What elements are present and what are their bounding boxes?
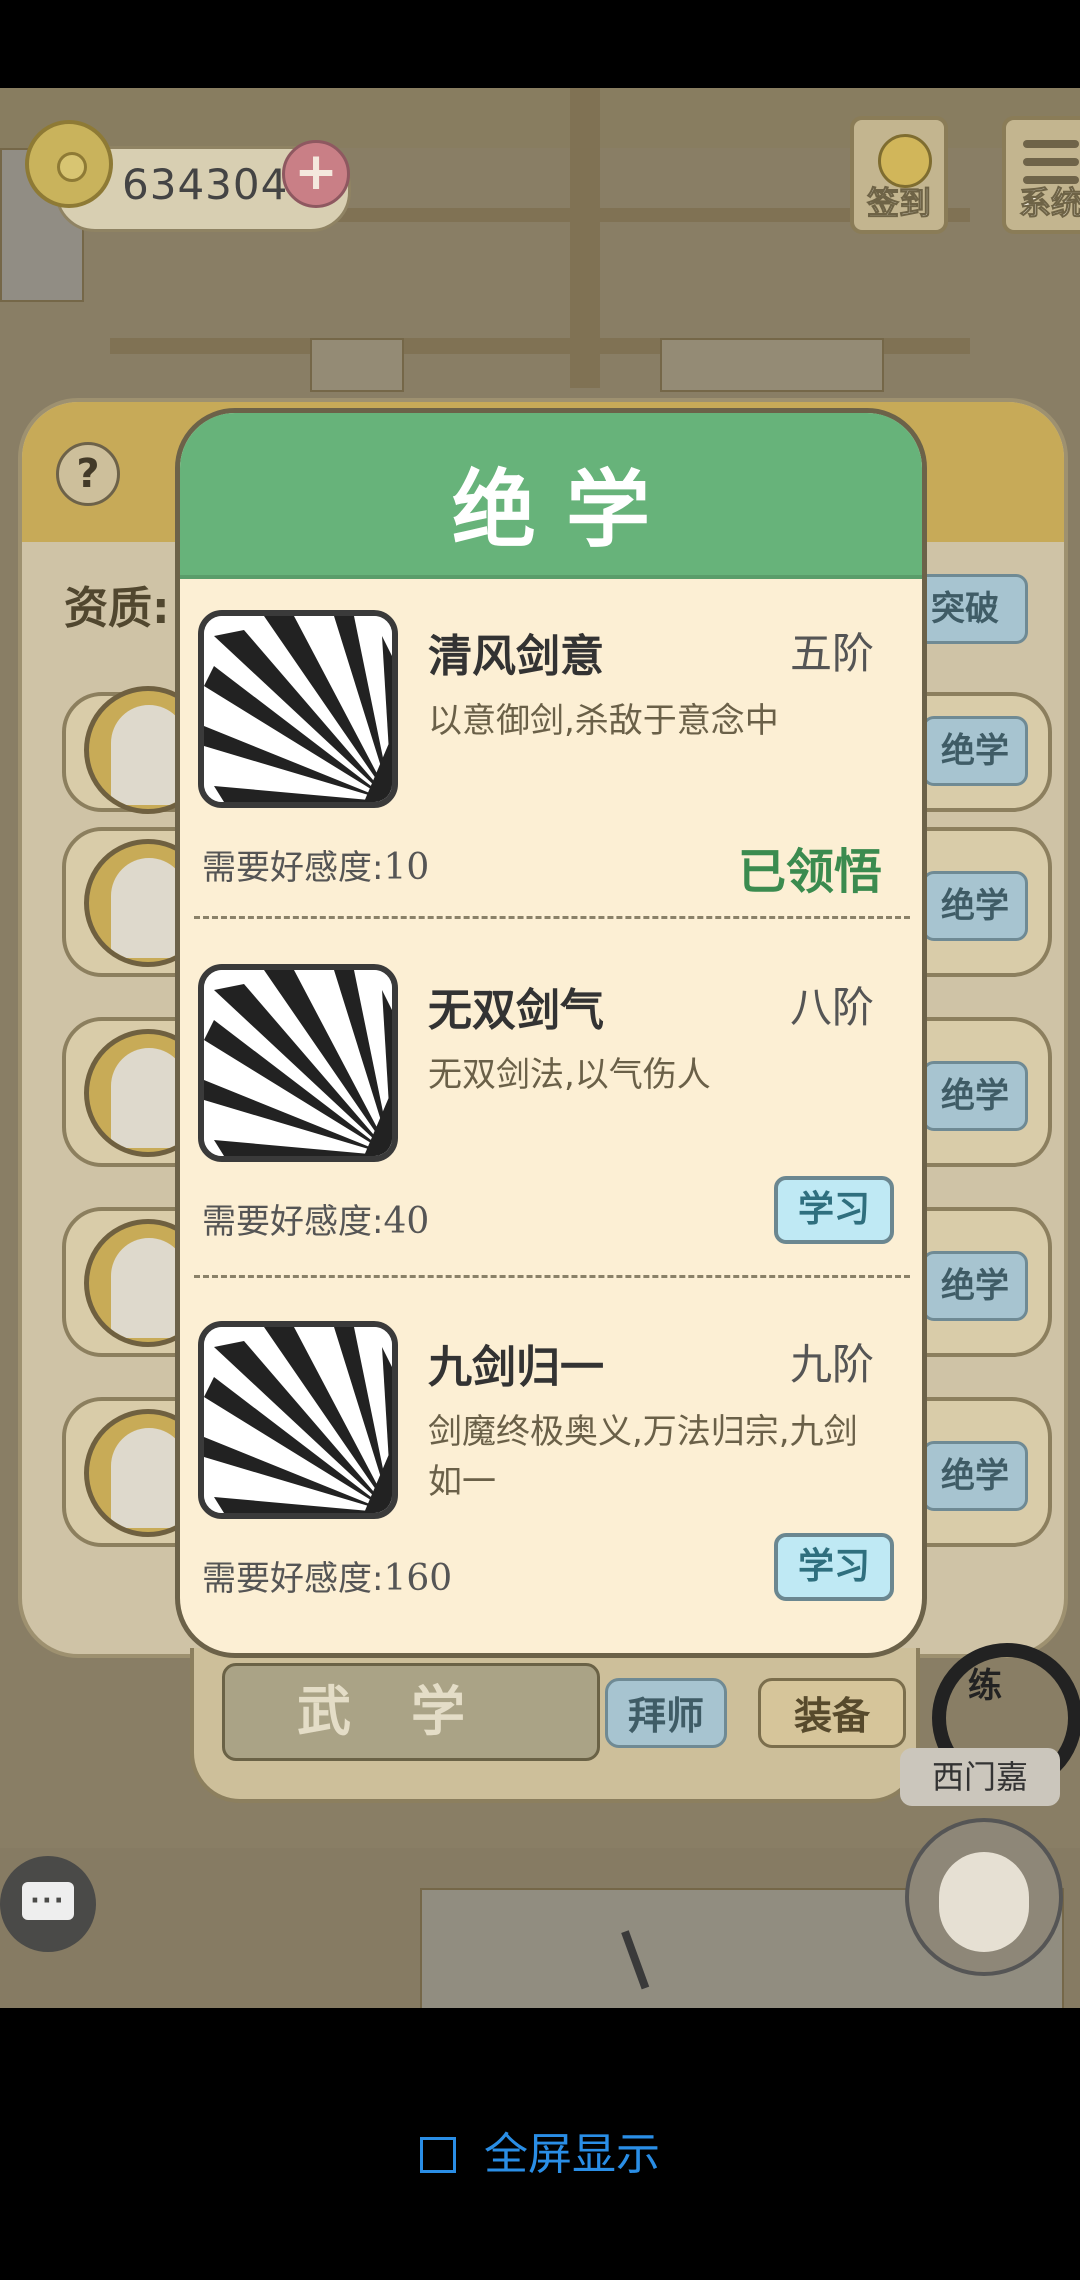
expand-icon — [420, 2137, 456, 2173]
tab-apprentice[interactable]: 拜师 — [605, 1678, 727, 1748]
requirement-value: 10 — [383, 847, 430, 888]
skill-rank: 八阶 — [789, 983, 874, 1032]
skill-rank: 五阶 — [789, 629, 874, 678]
skill-description: 剑魔终极奥义,万法归宗,九剑如一 — [428, 1412, 858, 1502]
row-skill-button[interactable]: 绝学 — [922, 1441, 1028, 1511]
sword-slash-icon — [198, 964, 398, 1162]
skill-requirement: 需要好感度:160 — [202, 1551, 452, 1600]
fullscreen-label: 全屏显示 — [484, 2129, 660, 2180]
sword-slash-icon — [198, 610, 398, 808]
menu-icon — [1006, 120, 1080, 184]
checkin-label: 签到 — [866, 184, 931, 223]
coin-icon — [25, 120, 113, 208]
learned-status: 已领悟 — [737, 844, 882, 900]
chat-bubble-icon: ··· — [30, 1886, 66, 1916]
skill-name: 无双剑气 — [428, 985, 604, 1036]
system-button[interactable]: 系统 — [1002, 116, 1080, 234]
modal-header: 绝学 — [180, 413, 922, 579]
requirement-label: 需要好感度: — [202, 848, 384, 888]
learn-button[interactable]: 学习 — [774, 1176, 894, 1244]
tab-equip[interactable]: 装备 — [758, 1678, 906, 1748]
requirement-label: 需要好感度: — [202, 1559, 384, 1599]
divider — [194, 916, 910, 919]
skill-requirement: 需要好感度:10 — [202, 840, 429, 889]
skill-item: 清风剑意 五阶 以意御剑,杀敌于意念中 需要好感度:10 已领悟 — [180, 610, 922, 966]
skill-item: 九剑归一 九阶 剑魔终极奥义,万法归宗,九剑如一 需要好感度:160 学习 — [180, 1321, 922, 1653]
skill-description: 以意御剑,杀敌于意念中 — [428, 701, 779, 741]
chat-button[interactable]: ··· — [0, 1856, 96, 1952]
learn-button[interactable]: 学习 — [774, 1533, 894, 1601]
row-skill-button[interactable]: 绝学 — [922, 1251, 1028, 1321]
row-skill-button[interactable]: 绝学 — [922, 1061, 1028, 1131]
sword-slash-icon — [198, 1321, 398, 1519]
requirement-label: 需要好感度: — [202, 1202, 384, 1242]
system-label: 系统 — [1018, 184, 1080, 223]
help-button[interactable]: ? — [56, 442, 120, 506]
skill-requirement: 需要好感度:40 — [202, 1194, 429, 1243]
requirement-value: 160 — [383, 1558, 453, 1599]
add-coins-button[interactable]: + — [282, 140, 350, 208]
modal-title: 绝学 — [451, 461, 680, 559]
fullscreen-button[interactable]: 全屏显示 — [0, 2118, 1080, 2182]
tab-martial-arts[interactable]: 武学 — [222, 1663, 600, 1761]
aptitude-label: 资质: — [64, 583, 170, 634]
row-skill-button[interactable]: 绝学 — [922, 716, 1028, 786]
skill-rank: 九阶 — [789, 1340, 874, 1389]
checkin-button[interactable]: 签到 — [850, 116, 948, 234]
practice-label[interactable]: 练 — [968, 1658, 1002, 1707]
npc-name: 西门嘉 — [900, 1748, 1060, 1806]
row-skill-button[interactable]: 绝学 — [922, 871, 1028, 941]
skill-item: 无双剑气 八阶 无双剑法,以气伤人 需要好感度:40 学习 — [180, 964, 922, 1320]
requirement-value: 40 — [383, 1201, 430, 1242]
skill-name: 九剑归一 — [428, 1342, 604, 1393]
skill-name: 清风剑意 — [428, 631, 604, 682]
npc-avatar[interactable] — [905, 1818, 1063, 1976]
skills-modal: 绝学 清风剑意 五阶 以意御剑,杀敌于意念中 需要好感度:10 已领悟 无双剑气… — [175, 408, 927, 1658]
divider — [194, 1275, 910, 1278]
skill-description: 无双剑法,以气伤人 — [428, 1055, 711, 1095]
coin-value: 634304 — [122, 160, 289, 209]
